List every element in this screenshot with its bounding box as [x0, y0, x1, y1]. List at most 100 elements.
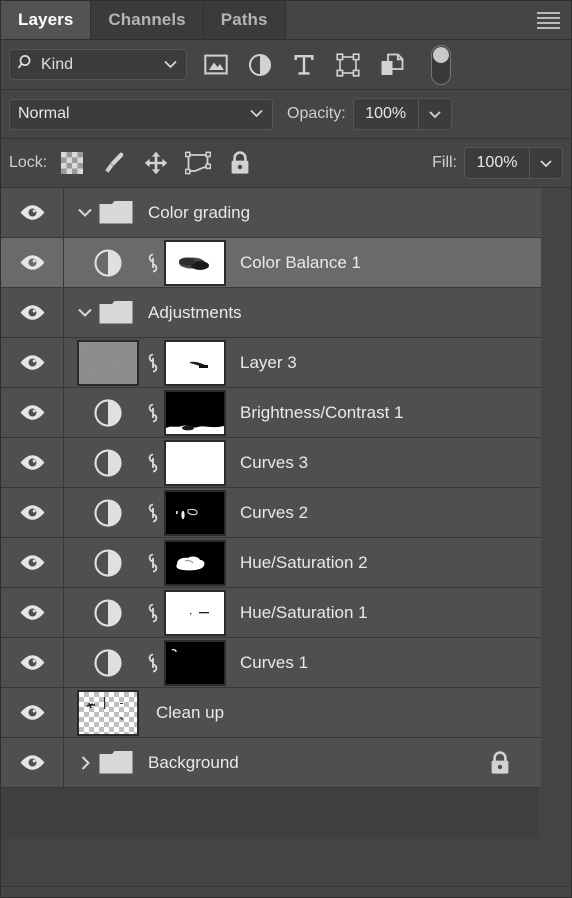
- panel-menu-icon[interactable]: [525, 1, 571, 39]
- layer-name[interactable]: Color grading: [148, 203, 250, 223]
- layer-row-body[interactable]: Color Balance 1: [64, 238, 541, 287]
- mask-link-icon[interactable]: [142, 499, 164, 527]
- layer-list-scroll-gutter[interactable]: [539, 188, 571, 839]
- lock-position-icon[interactable]: [143, 150, 169, 176]
- layer-row-color-balance-1[interactable]: Color Balance 1: [1, 238, 541, 288]
- adjustment-layer-icon[interactable]: [74, 398, 142, 428]
- layer-row-body[interactable]: Curves 2: [64, 488, 541, 537]
- layer-name[interactable]: Hue/Saturation 1: [240, 603, 368, 623]
- shape-layer-filter-icon[interactable]: [333, 50, 363, 80]
- type-layer-filter-icon[interactable]: [289, 50, 319, 80]
- layer-row-hue-saturation-2[interactable]: Hue/Saturation 2: [1, 538, 541, 588]
- layer-row-body[interactable]: Hue/Saturation 1: [64, 588, 541, 637]
- layer-visibility-toggle[interactable]: [1, 288, 64, 337]
- lock-all-icon[interactable]: [227, 150, 253, 176]
- layer-visibility-toggle[interactable]: [1, 188, 64, 237]
- layer-row-brightness-contrast-1[interactable]: Brightness/Contrast 1: [1, 388, 541, 438]
- layer-row-clean-up[interactable]: Clean up: [1, 688, 541, 738]
- layer-thumbnail-slot[interactable]: [74, 689, 142, 736]
- group-expand-chevron-down-icon[interactable]: [74, 207, 96, 218]
- pixel-layer-filter-icon[interactable]: [201, 50, 231, 80]
- layer-mask-thumbnail[interactable]: [164, 639, 226, 686]
- layer-name[interactable]: Adjustments: [148, 303, 242, 323]
- adjustment-layer-icon[interactable]: [74, 498, 142, 528]
- layer-row-body[interactable]: Curves 1: [64, 638, 541, 687]
- tab-layers[interactable]: Layers: [1, 1, 92, 39]
- layer-visibility-toggle[interactable]: [1, 488, 64, 537]
- layer-row-body[interactable]: Clean up: [64, 688, 541, 737]
- layer-row-curves-2[interactable]: Curves 2: [1, 488, 541, 538]
- layer-row-body[interactable]: Curves 3: [64, 438, 541, 487]
- layer-visibility-toggle[interactable]: [1, 238, 64, 287]
- blend-mode-select[interactable]: Normal: [9, 98, 273, 130]
- opacity-value[interactable]: 100%: [354, 99, 418, 129]
- opacity-stepper-chevron-down-icon[interactable]: [417, 99, 451, 129]
- adjustment-layer-icon[interactable]: [74, 448, 142, 478]
- layer-pixel-thumbnail[interactable]: [77, 339, 139, 386]
- layer-row-body[interactable]: Layer 3: [64, 338, 541, 387]
- layer-visibility-toggle[interactable]: [1, 738, 64, 787]
- layer-mask-thumbnail[interactable]: [164, 489, 226, 536]
- layer-name[interactable]: Clean up: [156, 703, 224, 723]
- mask-link-icon[interactable]: [142, 349, 164, 377]
- layer-row-hue-saturation-1[interactable]: Hue/Saturation 1: [1, 588, 541, 638]
- lock-image-pixels-icon[interactable]: [101, 150, 127, 176]
- layer-mask-thumbnail[interactable]: [164, 239, 226, 286]
- layer-mask-thumbnail[interactable]: [164, 439, 226, 486]
- adjustment-layer-icon[interactable]: [74, 248, 142, 278]
- layer-name[interactable]: Background: [148, 753, 239, 773]
- layer-visibility-toggle[interactable]: [1, 638, 64, 687]
- layer-name[interactable]: Color Balance 1: [240, 253, 361, 273]
- layer-row-body[interactable]: Hue/Saturation 2: [64, 538, 541, 587]
- mask-link-icon[interactable]: [142, 599, 164, 627]
- filter-kind-select[interactable]: Kind: [9, 49, 187, 80]
- adjustment-layer-icon[interactable]: [74, 648, 142, 678]
- layer-visibility-toggle[interactable]: [1, 338, 64, 387]
- tab-paths[interactable]: Paths: [203, 1, 286, 39]
- layer-thumbnail-slot[interactable]: [74, 339, 142, 386]
- fill-stepper-chevron-down-icon[interactable]: [529, 148, 562, 178]
- mask-link-icon[interactable]: [142, 649, 164, 677]
- group-expand-chevron-down-icon[interactable]: [74, 307, 96, 318]
- layer-row-curves-1[interactable]: Curves 1: [1, 638, 541, 688]
- opacity-field[interactable]: 100%: [352, 98, 452, 130]
- layer-visibility-toggle[interactable]: [1, 438, 64, 487]
- layer-row-body[interactable]: Brightness/Contrast 1: [64, 388, 541, 437]
- mask-link-icon[interactable]: [142, 249, 164, 277]
- layer-row-curves-3[interactable]: Curves 3: [1, 438, 541, 488]
- fill-value[interactable]: 100%: [465, 148, 529, 178]
- layer-name[interactable]: Curves 2: [240, 503, 308, 523]
- mask-link-icon[interactable]: [142, 449, 164, 477]
- layer-row-background[interactable]: Background: [1, 738, 541, 788]
- layer-row-layer-3[interactable]: Layer 3: [1, 338, 541, 388]
- layer-mask-thumbnail[interactable]: [164, 589, 226, 636]
- layer-name[interactable]: Curves 1: [240, 653, 308, 673]
- layer-list[interactable]: Color grading Color Balance 1 Adjustment…: [1, 188, 571, 839]
- layer-row-body[interactable]: Background: [64, 738, 541, 787]
- layer-pixel-thumbnail[interactable]: [77, 689, 139, 736]
- layer-mask-thumbnail[interactable]: [164, 339, 226, 386]
- lock-transparent-pixels-icon[interactable]: [59, 150, 85, 176]
- layer-visibility-toggle[interactable]: [1, 388, 64, 437]
- layer-visibility-toggle[interactable]: [1, 588, 64, 637]
- layer-locked-icon[interactable]: [489, 750, 511, 775]
- layer-row-adjustments[interactable]: Adjustments: [1, 288, 541, 338]
- mask-link-icon[interactable]: [142, 399, 164, 427]
- lock-artboard-nesting-icon[interactable]: [185, 150, 212, 176]
- layer-visibility-toggle[interactable]: [1, 688, 64, 737]
- layer-mask-thumbnail[interactable]: [164, 389, 226, 436]
- smart-object-filter-icon[interactable]: [377, 50, 407, 80]
- adjustment-layer-icon[interactable]: [74, 598, 142, 628]
- fill-field[interactable]: 100%: [464, 147, 563, 179]
- layer-visibility-toggle[interactable]: [1, 538, 64, 587]
- layer-name[interactable]: Curves 3: [240, 453, 308, 473]
- layer-mask-thumbnail[interactable]: [164, 539, 226, 586]
- layer-name[interactable]: Layer 3: [240, 353, 297, 373]
- filter-toggle-switch[interactable]: [431, 44, 451, 85]
- layer-row-color-grading[interactable]: Color grading: [1, 188, 541, 238]
- mask-link-icon[interactable]: [142, 549, 164, 577]
- layer-name[interactable]: Brightness/Contrast 1: [240, 403, 403, 423]
- layer-row-body[interactable]: Color grading: [64, 188, 541, 237]
- layer-name[interactable]: Hue/Saturation 2: [240, 553, 368, 573]
- tab-channels[interactable]: Channels: [91, 1, 204, 39]
